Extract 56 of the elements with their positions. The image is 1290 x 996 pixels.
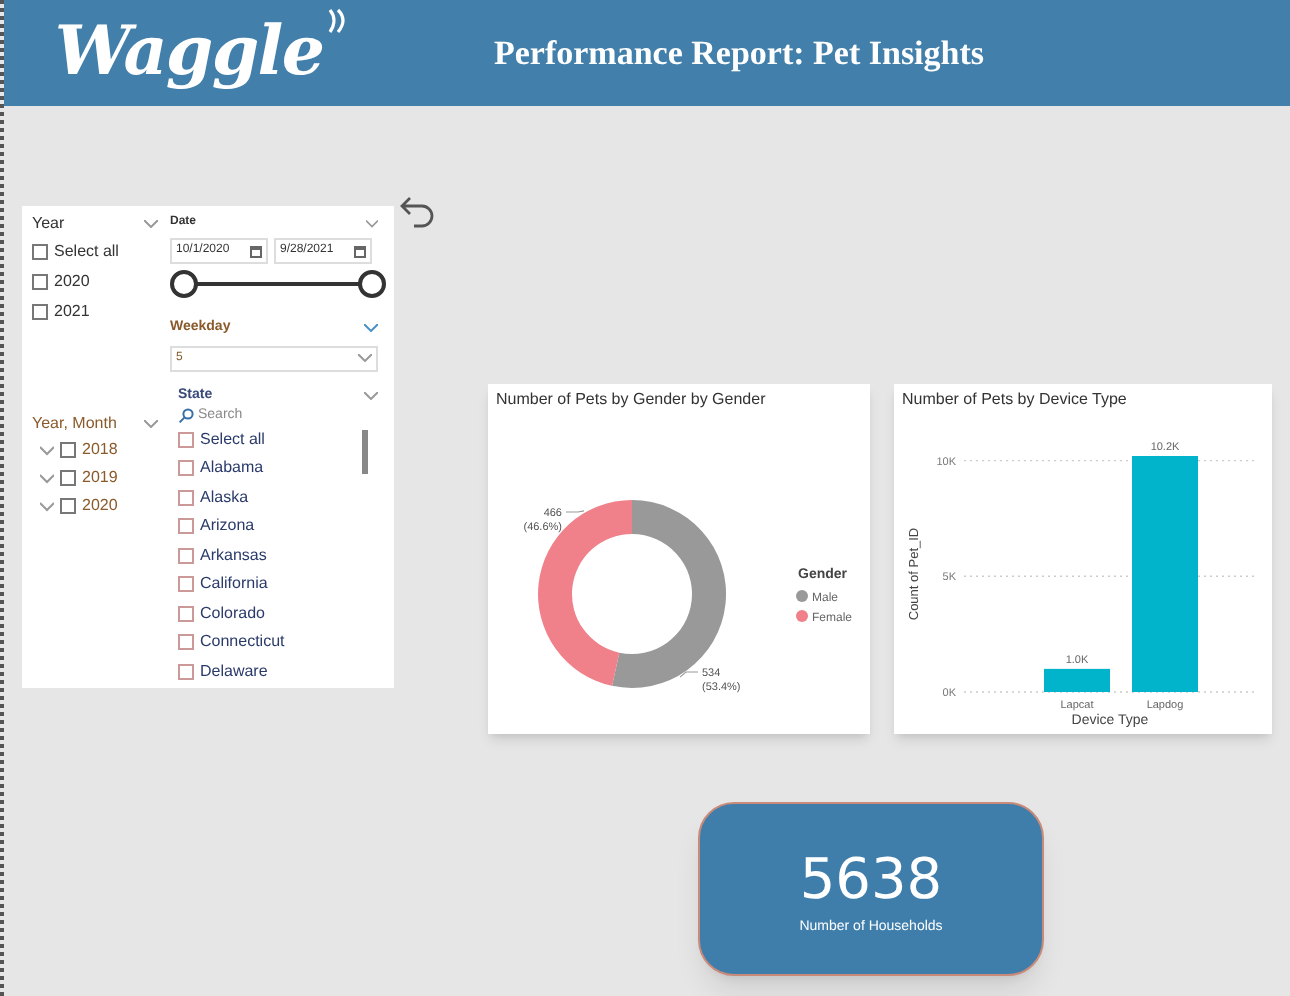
calendar-icon <box>354 245 366 257</box>
option-label[interactable]: 2020 <box>82 494 118 518</box>
chevron-icon[interactable] <box>364 324 378 333</box>
option-label[interactable]: 2021 <box>54 300 90 324</box>
chevron-icon[interactable] <box>364 391 378 400</box>
chevron-icon[interactable] <box>144 220 158 228</box>
search-icon <box>178 408 194 425</box>
option-label[interactable]: Colorado <box>200 601 265 626</box>
checkbox[interactable] <box>178 489 194 506</box>
chevron-icon <box>358 354 372 362</box>
logo: Waggle <box>54 10 324 96</box>
slider-handle[interactable] <box>358 270 386 298</box>
checkbox[interactable] <box>178 460 194 477</box>
expand-chevron-icon[interactable] <box>40 445 54 455</box>
scrollbar-thumb[interactable] <box>362 429 368 473</box>
leader-line <box>565 510 585 513</box>
slicer-title: Year <box>32 212 65 236</box>
checkbox[interactable] <box>60 442 76 458</box>
option-label[interactable]: Arizona <box>200 514 255 539</box>
report-title: Performance Report: Pet Insights <box>494 31 985 76</box>
checkbox[interactable] <box>32 274 48 290</box>
checkbox[interactable] <box>60 498 76 514</box>
leader-line <box>679 671 699 678</box>
chart-title: Number of Pets by Device Type <box>900 388 1129 412</box>
option-label[interactable]: 2019 <box>82 466 118 490</box>
expand-chevron-icon[interactable] <box>40 501 54 511</box>
option-label[interactable]: California <box>200 572 268 597</box>
option-label[interactable]: Alabama <box>200 456 264 481</box>
checkbox[interactable] <box>60 470 76 486</box>
chevron-icon[interactable] <box>144 420 158 428</box>
slider-handle[interactable] <box>170 270 198 298</box>
checkbox[interactable] <box>178 431 194 448</box>
kpi-value: 5638 <box>799 851 943 908</box>
checkbox[interactable] <box>178 576 194 593</box>
option-label[interactable]: 2018 <box>82 438 118 462</box>
checkbox[interactable] <box>178 634 194 651</box>
chart-title: Number of Pets by Gender by Gender <box>494 388 768 412</box>
checkbox[interactable] <box>178 663 194 680</box>
checkbox[interactable] <box>178 605 194 622</box>
chevron-icon[interactable] <box>366 219 378 227</box>
checkbox[interactable] <box>178 518 194 535</box>
option-label[interactable]: Arkansas <box>200 543 267 568</box>
expand-chevron-icon[interactable] <box>40 473 54 483</box>
checkbox[interactable] <box>32 244 48 260</box>
date-range-slider[interactable] <box>170 270 386 298</box>
option-label[interactable]: 2020 <box>54 270 90 294</box>
option-label[interactable]: Alaska <box>200 485 249 510</box>
option-label[interactable]: Select all <box>200 427 265 452</box>
option-label[interactable]: Delaware <box>200 659 268 684</box>
option-label[interactable]: Connecticut <box>200 630 285 655</box>
checkbox[interactable] <box>178 547 194 564</box>
bar[interactable] <box>1044 668 1110 692</box>
checkbox[interactable] <box>32 304 48 320</box>
calendar-icon <box>250 245 262 257</box>
option-label[interactable]: Select all <box>54 240 119 264</box>
slicer-title: Year, Month <box>32 412 117 436</box>
